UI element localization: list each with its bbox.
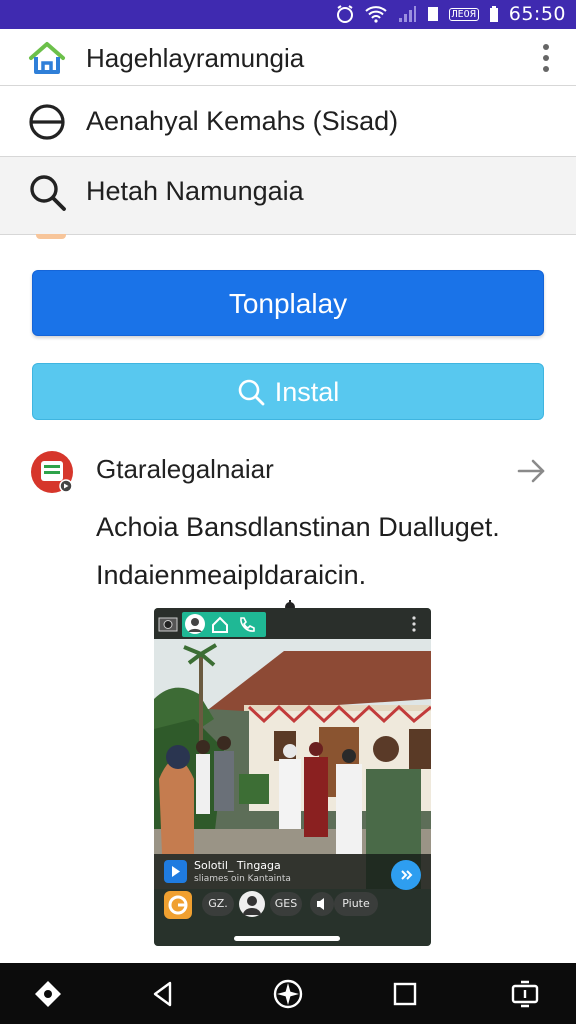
overlay-title: Solotil_ Tingaga — [194, 859, 281, 872]
app-description-line-2: Indaienmeaipldaraicin. — [96, 560, 367, 590]
preview-toolbar — [154, 608, 431, 639]
page-title: Hagehlayramungia — [86, 43, 305, 73]
phone-icon — [240, 617, 255, 632]
diamond-icon[interactable] — [31, 977, 65, 1011]
community-gathering-photo — [154, 639, 431, 889]
battery-icon — [489, 6, 498, 22]
preview-call-bar — [182, 612, 266, 637]
status-box-label: ЛЕОЯ — [448, 7, 479, 21]
play-icon — [164, 860, 187, 883]
screen-rotate-icon[interactable] — [508, 977, 542, 1011]
remove-circle-icon — [29, 104, 65, 140]
status-time: 65:50 — [508, 3, 566, 25]
home-icon[interactable] — [27, 38, 67, 78]
play-button[interactable]: Tonplalay — [32, 270, 544, 336]
app-screenshot-preview[interactable]: Solotil_ Tingaga sliames oin Kantainta G… — [154, 608, 431, 946]
app-name: Gtaralegalnaiar — [96, 454, 274, 484]
back-icon[interactable] — [146, 977, 180, 1011]
search-icon — [30, 175, 66, 211]
chat-app-icon — [31, 451, 73, 493]
gesture-bar — [234, 936, 340, 941]
app-header: Hagehlayramungia — [0, 29, 576, 86]
avatar — [239, 891, 265, 917]
camera-icon — [158, 617, 178, 632]
google-icon — [164, 891, 192, 919]
alarm-icon — [336, 5, 353, 23]
chip-piute: Piute — [334, 892, 378, 916]
navigation-bar — [0, 963, 576, 1024]
overlay-subtitle: sliames oin Kantainta — [194, 874, 291, 884]
more-options-icon — [412, 616, 416, 632]
more-options-icon[interactable] — [542, 43, 550, 73]
search-icon — [238, 379, 265, 406]
home-icon — [212, 616, 228, 633]
wifi-icon — [364, 6, 387, 23]
sim-icon — [427, 7, 438, 21]
search-label: Hetah Namungaia — [86, 176, 304, 206]
arrow-right-icon[interactable] — [516, 456, 546, 486]
chip-ges: GES — [270, 892, 302, 916]
home-circle-icon[interactable] — [271, 977, 305, 1011]
chip-gz: GZ. — [202, 892, 234, 916]
status-bar: ЛЕОЯ 65:50 — [0, 0, 576, 29]
list-item-kemahs[interactable]: Aenahyal Kemahs (Sisad) — [0, 86, 576, 157]
recents-icon[interactable] — [388, 977, 422, 1011]
search-row[interactable]: Hetah Namungaia — [0, 157, 576, 235]
app-description-line-1: Achoia Bansdlanstinan Dualluget. — [96, 512, 500, 542]
signal-icon — [398, 6, 416, 22]
list-item-label: Aenahyal Kemahs (Sisad) — [86, 106, 399, 136]
avatar — [185, 614, 205, 634]
share-fab-icon — [391, 860, 421, 890]
install-button[interactable]: Instal — [32, 363, 544, 420]
app-list-item[interactable]: Gtaralegalnaiar — [0, 444, 576, 500]
audio-icon — [310, 892, 334, 916]
install-button-label: Instal — [274, 377, 340, 407]
scroll-indicator — [36, 234, 66, 239]
preview-overlay: Solotil_ Tingaga sliames oin Kantainta G… — [154, 854, 431, 946]
